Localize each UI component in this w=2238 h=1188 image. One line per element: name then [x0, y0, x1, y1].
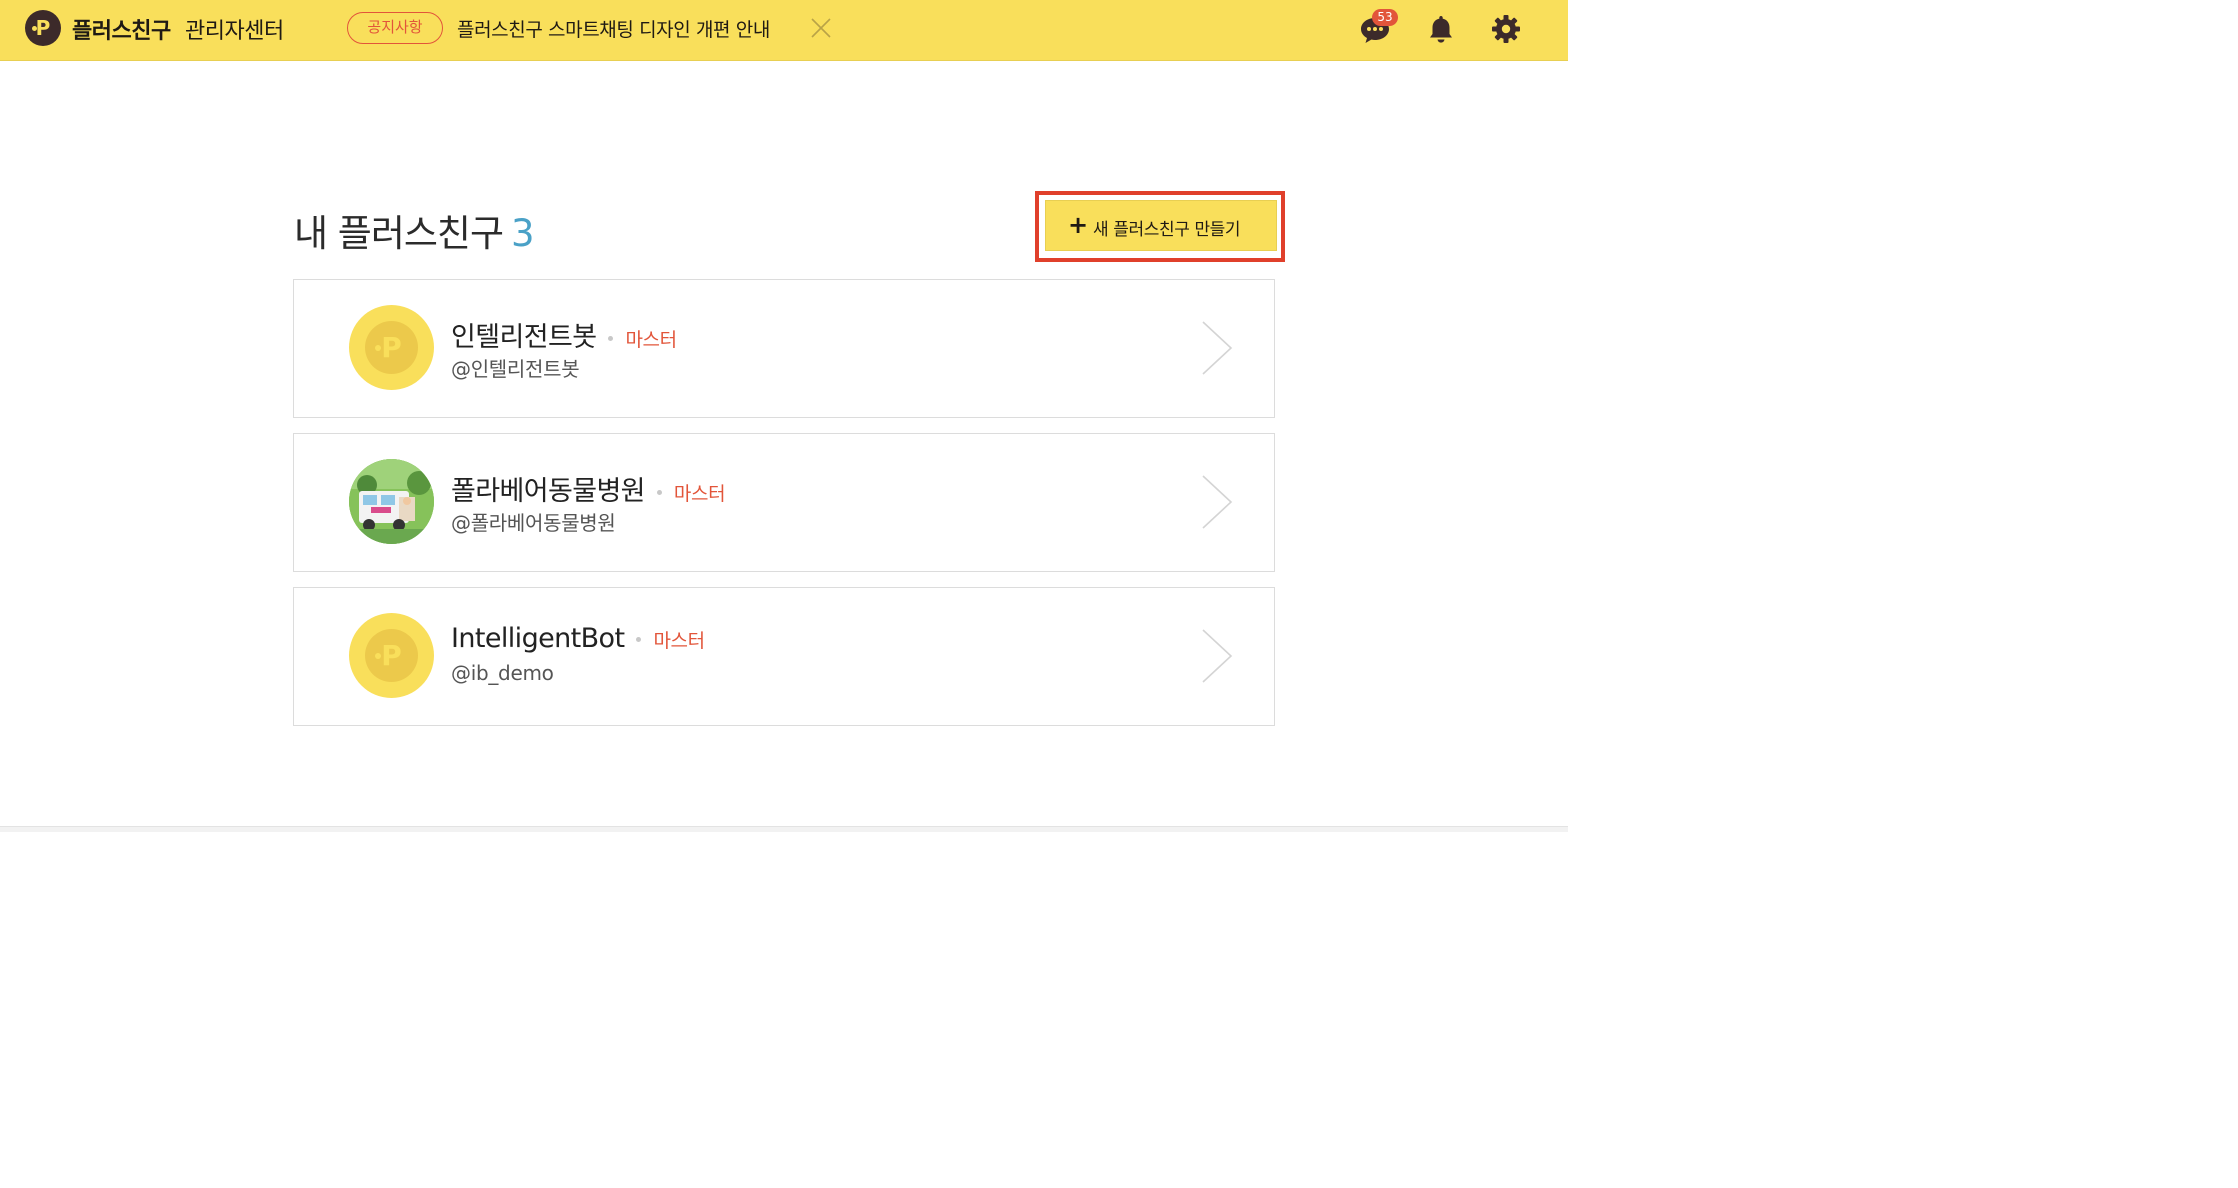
notice-link[interactable]: 플러스친구 스마트채팅 디자인 개편 안내: [457, 15, 770, 42]
account-name-row: IntelligentBot 마스터: [451, 623, 705, 654]
page-title: 내 플러스친구 3: [294, 203, 535, 257]
create-button-label: 새 플러스친구 만들기: [1093, 220, 1241, 240]
close-icon[interactable]: [809, 16, 833, 40]
account-name-row: 폴라베어동물병원 마스터: [451, 469, 726, 508]
account-card[interactable]: P 인텔리전트봇 마스터 @인텔리전트봇: [293, 279, 1275, 418]
account-name: 폴라베어동물병원: [451, 476, 646, 507]
notice-badge: 공지사항: [347, 12, 443, 44]
bell-icon[interactable]: [1424, 12, 1458, 46]
gear-icon[interactable]: [1489, 12, 1523, 46]
chevron-right-icon: [1202, 629, 1233, 683]
account-handle: @인텔리전트봇: [451, 357, 580, 381]
account-card[interactable]: 폴라베어동물병원 마스터 @폴라베어동물병원: [293, 433, 1275, 572]
brand-subtitle[interactable]: 관리자센터: [185, 13, 284, 45]
account-count: 3: [511, 212, 535, 255]
brand-name[interactable]: 플러스친구: [72, 13, 171, 45]
create-plusfriend-button[interactable]: + 새 플러스친구 만들기: [1045, 200, 1277, 251]
account-card[interactable]: P IntelligentBot 마스터 @ib_demo: [293, 587, 1275, 726]
account-name: IntelligentBot: [451, 623, 625, 654]
logo-icon[interactable]: P: [25, 10, 61, 46]
avatar: P: [349, 613, 434, 698]
avatar-photo: [349, 459, 434, 544]
account-handle: @ib_demo: [451, 661, 554, 685]
plus-icon: +: [1068, 211, 1089, 239]
account-role: 마스터: [673, 483, 726, 505]
account-handle: @폴라베어동물병원: [451, 511, 616, 535]
avatar: [349, 459, 434, 544]
chat-count-badge: 53: [1372, 9, 1398, 26]
account-role: 마스터: [653, 630, 705, 652]
chevron-right-icon: [1202, 475, 1233, 529]
page-title-text: 내 플러스친구: [294, 212, 504, 255]
chevron-right-icon: [1202, 321, 1233, 375]
account-role: 마스터: [625, 329, 677, 351]
top-bar: P 플러스친구 관리자센터 공지사항 플러스친구 스마트채팅 디자인 개편 안내…: [0, 0, 1568, 61]
account-name: 인텔리전트봇: [451, 322, 597, 353]
account-name-row: 인텔리전트봇 마스터: [451, 315, 677, 354]
footer-divider: [0, 826, 1568, 832]
avatar: P: [349, 305, 434, 390]
